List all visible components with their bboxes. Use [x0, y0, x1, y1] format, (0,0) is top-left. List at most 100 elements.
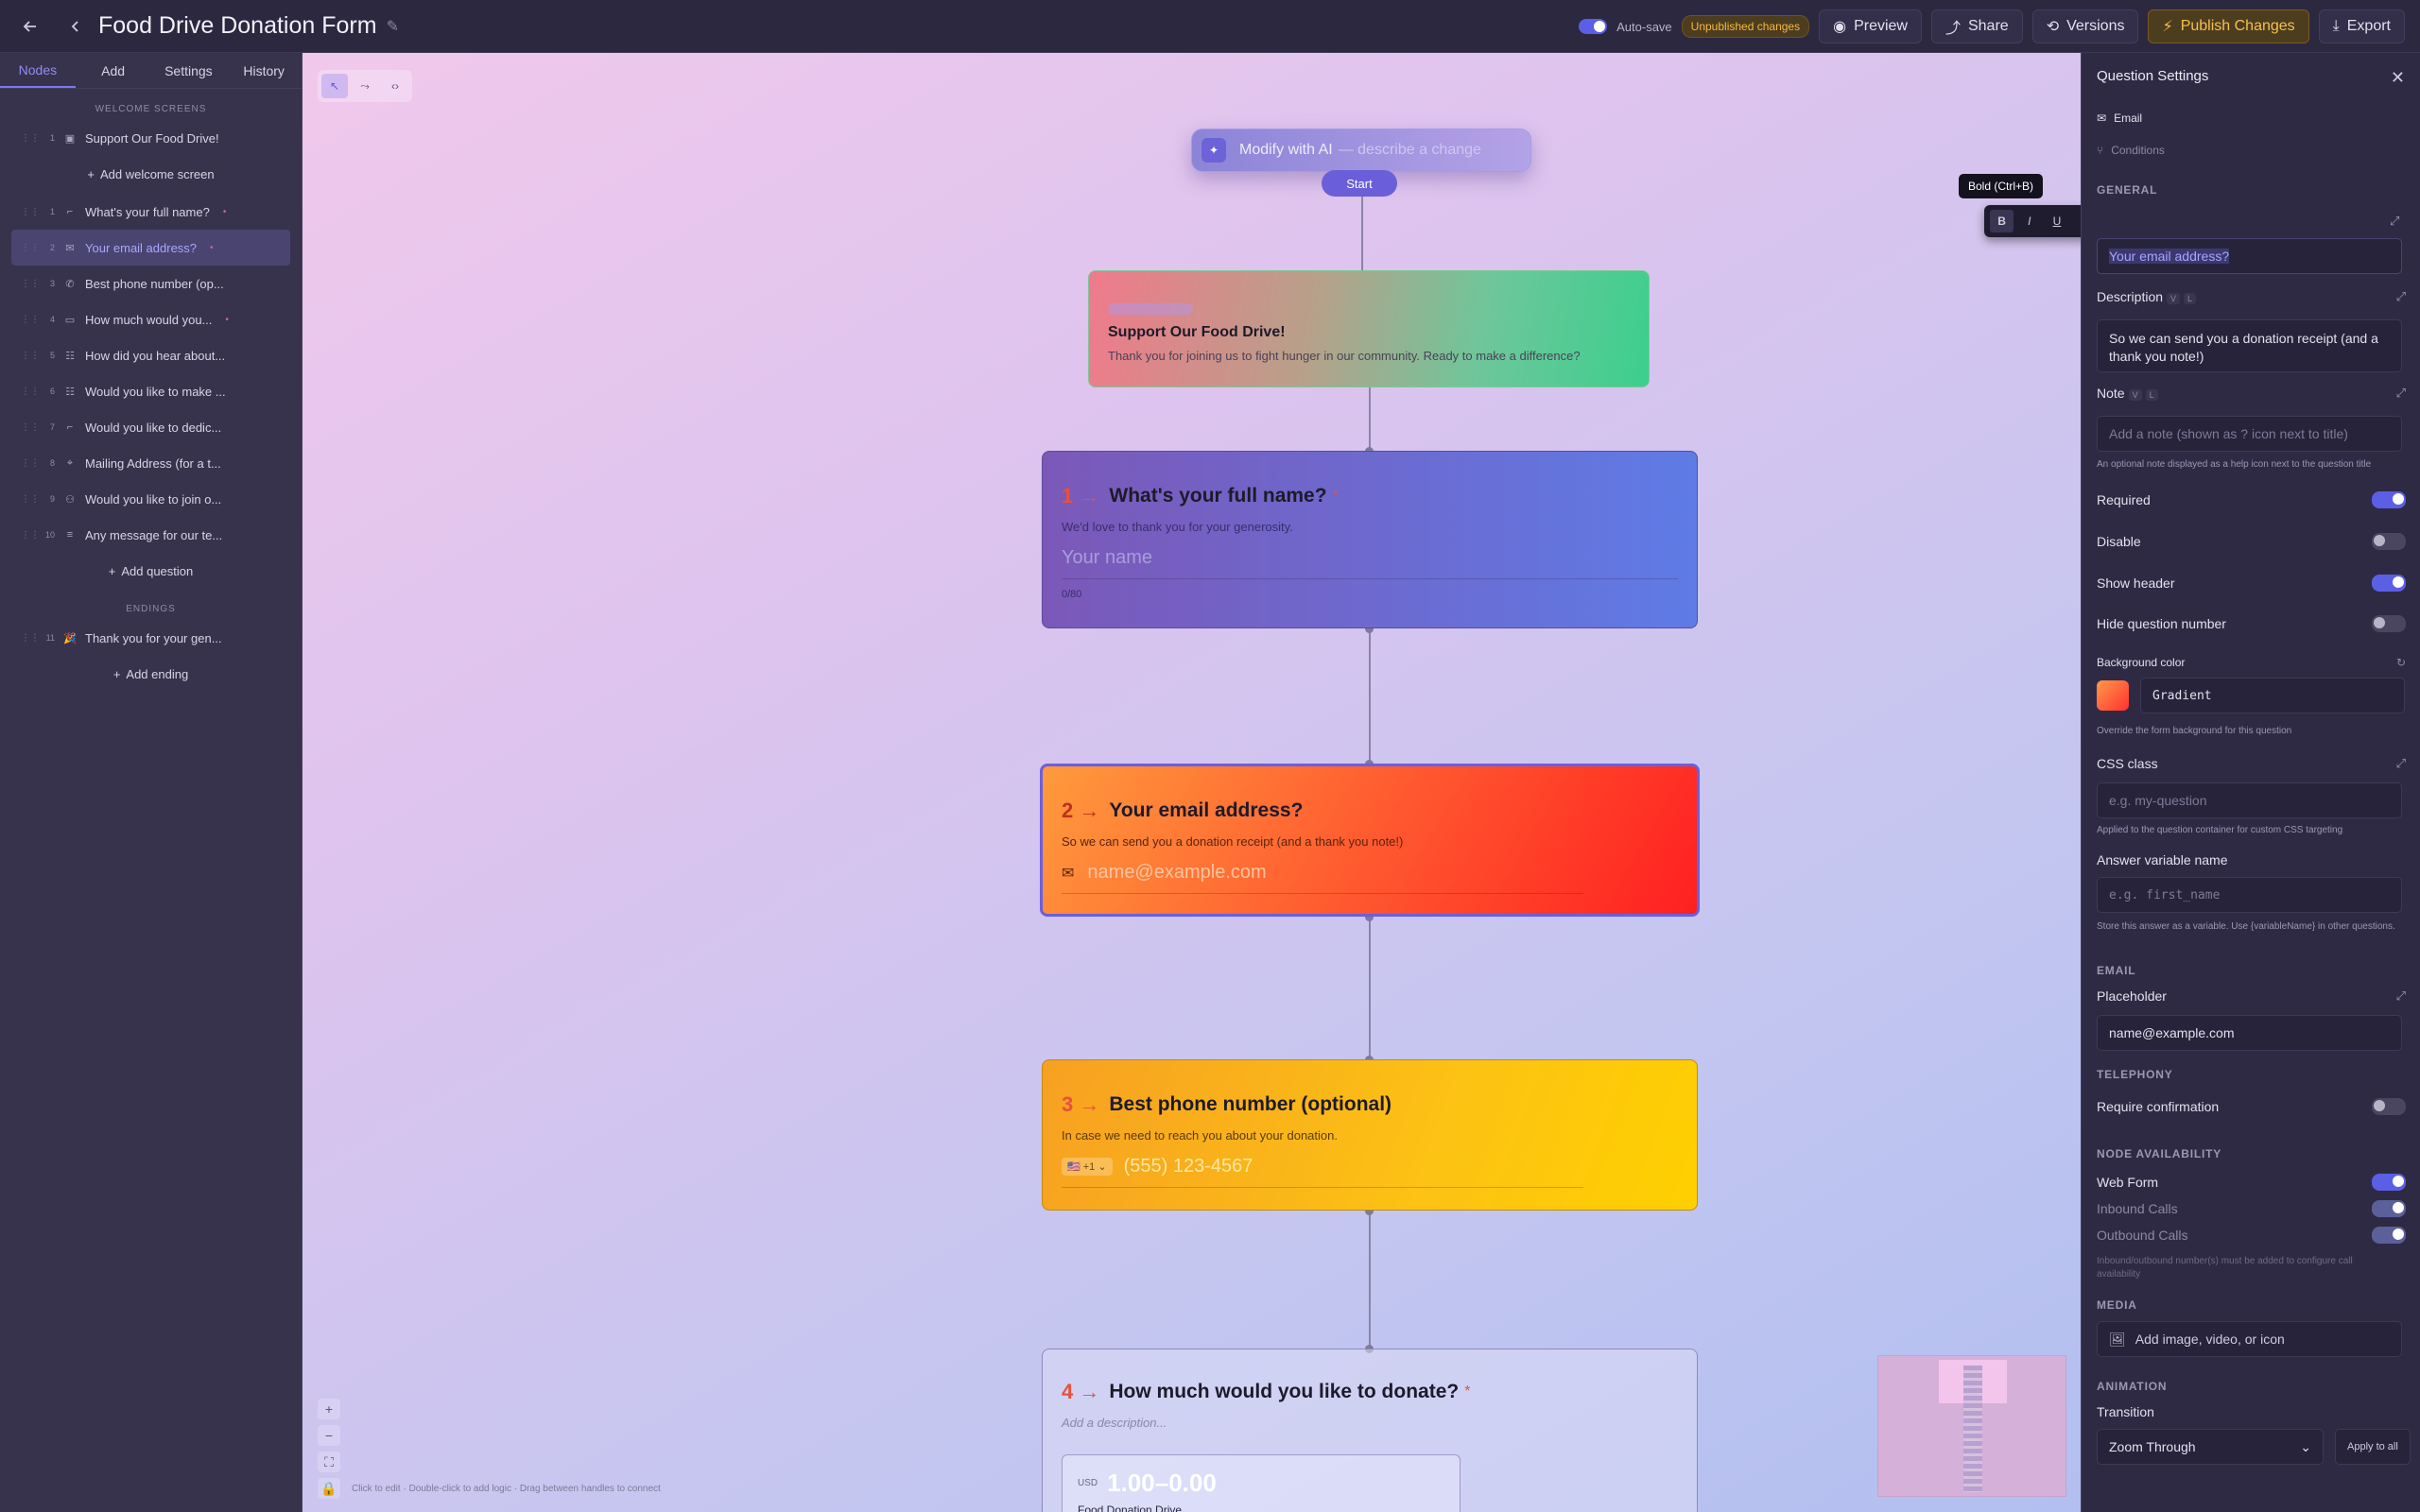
drag-handle-icon[interactable]: ⋮⋮	[21, 243, 40, 253]
sidebar-item-question[interactable]: ⋮⋮ 6 ☷ Would you like to make ...	[11, 373, 290, 409]
web-form-toggle[interactable]	[2372, 1174, 2406, 1191]
export-button[interactable]: ⤓ Export	[2318, 9, 2405, 43]
question-node-2[interactable]: 2 → Your email address? So we can send yo…	[1040, 764, 1700, 917]
autosave-toggle[interactable]	[1579, 19, 1608, 34]
apply-to-all-button[interactable]: Apply to all	[2335, 1429, 2411, 1465]
disable-toggle[interactable]	[2372, 533, 2406, 550]
sidebar-item-welcome[interactable]: ⋮⋮ 1 ▣ Support Our Food Drive!	[11, 120, 290, 156]
zoom-in-icon[interactable]: +	[318, 1399, 340, 1419]
drag-handle-icon[interactable]: ⋮⋮	[21, 387, 40, 397]
required-toggle[interactable]	[2372, 491, 2406, 508]
form-title[interactable]: Food Drive Donation Form	[98, 12, 377, 40]
answer-variable-input[interactable]: e.g. first_name	[2097, 877, 2402, 913]
code-tool-icon[interactable]: ‹›	[382, 74, 408, 98]
expand-icon[interactable]: ⤢	[2396, 386, 2406, 401]
start-node[interactable]: Start	[1322, 170, 1397, 197]
description-editor[interactable]: So we can send you a donation receipt (a…	[2097, 319, 2402, 372]
minimap[interactable]	[1877, 1355, 2066, 1497]
question-node-1[interactable]: 1 → What's your full name? * We'd love to …	[1042, 451, 1698, 628]
sidebar-item-question[interactable]: ⋮⋮ 3 ✆ Best phone number (op...	[11, 266, 290, 301]
zoom-out-icon[interactable]: −	[318, 1425, 340, 1446]
expand-icon[interactable]: ⤢	[2396, 289, 2406, 304]
drag-handle-icon[interactable]: ⋮⋮	[21, 458, 40, 469]
drag-handle-icon[interactable]: ⋮⋮	[21, 633, 40, 644]
image-icon: 🖼	[2109, 1331, 2126, 1347]
add-ending-button[interactable]: + Add ending	[0, 656, 302, 692]
logic-chip[interactable]: L	[2145, 389, 2158, 401]
share-button[interactable]: ⤴ Share	[1930, 9, 2023, 43]
sidebar-item-question[interactable]: ⋮⋮ 10 ≡ Any message for our te...	[11, 517, 290, 553]
lock-icon[interactable]: 🔒	[318, 1478, 340, 1499]
sidebar-item-ending[interactable]: ⋮⋮ 11 🎉 Thank you for your gen...	[11, 620, 290, 656]
color-swatch[interactable]	[2097, 680, 2129, 711]
pencil-icon[interactable]: ✎	[387, 17, 399, 36]
tab-add[interactable]: Add	[76, 53, 151, 88]
flow-canvas[interactable]: ↖ ⤳ ‹› ✦ Modify with AI — describe a cha…	[302, 53, 2081, 1512]
drag-handle-icon[interactable]: ⋮⋮	[21, 279, 40, 289]
variable-chip[interactable]: V	[2167, 293, 2181, 304]
drag-handle-icon[interactable]: ⋮⋮	[21, 315, 40, 325]
bold-icon[interactable]: B	[1990, 210, 2014, 232]
connect-tool-icon[interactable]: ⤳	[352, 74, 378, 98]
question-title: Best phone number (optional)	[1109, 1093, 1392, 1115]
sidebar-item-question[interactable]: ⋮⋮ 5 ☷ How did you hear about...	[11, 337, 290, 373]
question-node-3[interactable]: 3 → Best phone number (optional) In case …	[1042, 1059, 1698, 1211]
fit-view-icon[interactable]: ⛶	[318, 1452, 340, 1472]
conditions-link[interactable]: ⑂ Conditions	[2097, 144, 2165, 157]
drag-handle-icon[interactable]: ⋮⋮	[21, 494, 40, 505]
close-icon[interactable]: ✕	[2391, 68, 2405, 88]
publish-button[interactable]: ⚡ Publish Changes	[2148, 9, 2309, 43]
question-type[interactable]: ✉ Email	[2097, 112, 2142, 125]
tab-settings[interactable]: Settings	[151, 53, 227, 88]
history-icon: ⟲	[2046, 19, 2060, 35]
add-welcome-button[interactable]: + Add welcome screen	[0, 156, 302, 192]
add-question-label: Add question	[121, 563, 194, 578]
sidebar-item-question[interactable]: ⋮⋮ 9 ⚇ Would you like to join o...	[11, 481, 290, 517]
sidebar-item-question[interactable]: ⋮⋮ 1 ⌐ What's your full name? •	[11, 194, 290, 230]
add-question-button[interactable]: + Add question	[0, 553, 302, 589]
drag-handle-icon[interactable]: ⋮⋮	[21, 422, 40, 433]
placeholder-input[interactable]: name@example.com	[2097, 1015, 2402, 1051]
sidebar-item-question[interactable]: ⋮⋮ 7 ⌐ Would you like to dedic...	[11, 409, 290, 445]
show-header-toggle[interactable]	[2372, 575, 2406, 592]
drag-handle-icon[interactable]: ⋮⋮	[21, 133, 40, 144]
outbound-toggle[interactable]	[2372, 1227, 2406, 1244]
drag-handle-icon[interactable]: ⋮⋮	[21, 351, 40, 361]
chevron-left-icon[interactable]	[59, 9, 93, 43]
preview-button[interactable]: ◉ Preview	[1819, 9, 1922, 43]
welcome-list: ⋮⋮ 1 ▣ Support Our Food Drive!	[0, 120, 302, 156]
drag-handle-icon[interactable]: ⋮⋮	[21, 530, 40, 541]
inbound-toggle[interactable]	[2372, 1200, 2406, 1217]
logic-chip[interactable]: L	[2184, 293, 2197, 304]
expand-icon[interactable]: ⤢	[2390, 214, 2399, 229]
variable-chip[interactable]: V	[2128, 389, 2142, 401]
sidebar-item-question[interactable]: ⋮⋮ 2 ✉ Your email address? •	[11, 230, 290, 266]
welcome-node[interactable]: Support Our Food Drive! Thank you for jo…	[1088, 270, 1650, 387]
expand-icon[interactable]: ⤢	[2396, 756, 2406, 771]
back-arrow-icon[interactable]	[13, 9, 47, 43]
transition-select[interactable]: Zoom Through ⌄	[2097, 1429, 2324, 1465]
hide-number-toggle[interactable]	[2372, 615, 2406, 632]
underline-icon[interactable]: U	[2045, 210, 2068, 232]
ai-modify-bar[interactable]: ✦ Modify with AI — describe a change	[1191, 129, 1531, 172]
email-icon: ✉	[65, 242, 75, 254]
description-row: Description V L ⤢	[2097, 289, 2406, 304]
css-class-input[interactable]: e.g. my-question	[2097, 782, 2402, 818]
reset-icon[interactable]: ↻	[2396, 656, 2406, 669]
expand-icon[interactable]: ⤢	[2396, 988, 2406, 1004]
note-input[interactable]: Add a note (shown as ? icon next to titl…	[2097, 416, 2402, 452]
drag-handle-icon[interactable]: ⋮⋮	[21, 207, 40, 217]
add-media-button[interactable]: 🖼 Add image, video, or icon	[2097, 1321, 2402, 1357]
versions-button[interactable]: ⟲ Versions	[2031, 9, 2139, 43]
tab-nodes[interactable]: Nodes	[0, 53, 76, 88]
tab-history[interactable]: History	[226, 53, 302, 88]
bg-color-input[interactable]: Gradient	[2140, 678, 2405, 713]
title-editor[interactable]: Your email address?	[2097, 238, 2402, 274]
require-confirm-toggle[interactable]	[2372, 1098, 2406, 1115]
choice-icon: ☷	[65, 350, 75, 362]
select-tool-icon[interactable]: ↖	[321, 74, 348, 98]
question-node-4[interactable]: 4 → How much would you like to donate? * A…	[1042, 1349, 1698, 1512]
sidebar-item-question[interactable]: ⋮⋮ 4 ▭ How much would you... •	[11, 301, 290, 337]
sidebar-item-question[interactable]: ⋮⋮ 8 ⌖ Mailing Address (for a t...	[11, 445, 290, 481]
italic-icon[interactable]: I	[2017, 210, 2041, 232]
